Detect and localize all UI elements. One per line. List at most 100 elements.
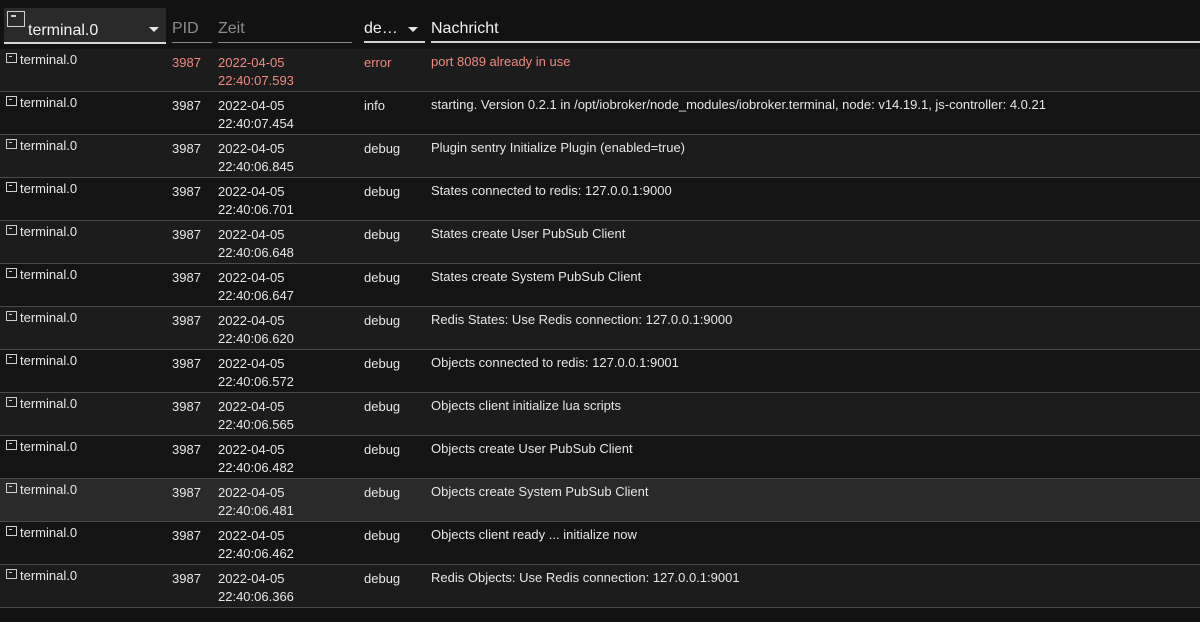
terminal-icon	[6, 397, 17, 407]
terminal-icon	[6, 526, 17, 536]
log-date: 2022-04-05	[218, 356, 285, 371]
log-pid: 3987	[172, 313, 201, 328]
log-row[interactable]: terminal.0 3987 2022-04-05 22:40:06.462 …	[0, 522, 1200, 565]
log-time: 22:40:06.565	[218, 417, 294, 432]
log-pid: 3987	[172, 55, 201, 70]
log-pid: 3987	[172, 399, 201, 414]
log-severity: debug	[364, 356, 401, 371]
log-pid: 3987	[172, 141, 201, 156]
log-source: terminal.0	[20, 439, 78, 454]
terminal-icon	[6, 53, 17, 63]
log-severity: debug	[364, 528, 401, 543]
log-severity: debug	[364, 141, 401, 156]
terminal-icon	[6, 268, 17, 278]
log-time: 22:40:06.572	[218, 374, 294, 389]
log-time: 22:40:06.366	[218, 589, 294, 604]
chevron-down-icon	[149, 27, 159, 32]
log-source: terminal.0	[20, 396, 78, 411]
terminal-icon	[7, 11, 25, 27]
log-date: 2022-04-05	[218, 141, 285, 156]
log-date: 2022-04-05	[218, 485, 285, 500]
log-pid: 3987	[172, 485, 201, 500]
time-label: Zeit	[218, 20, 245, 37]
message-label: Nachricht	[431, 20, 499, 37]
log-severity: debug	[364, 571, 401, 586]
log-pid: 3987	[172, 528, 201, 543]
log-row[interactable]: terminal.0 3987 2022-04-05 22:40:06.366 …	[0, 565, 1200, 608]
log-severity: debug	[364, 313, 401, 328]
log-date: 2022-04-05	[218, 571, 285, 586]
log-row[interactable]: terminal.0 3987 2022-04-05 22:40:06.620 …	[0, 307, 1200, 350]
time-column-header: Zeit	[218, 9, 352, 43]
log-date: 2022-04-05	[218, 528, 285, 543]
log-severity: debug	[364, 270, 401, 285]
log-row[interactable]: terminal.0 3987 2022-04-05 22:40:07.593 …	[0, 49, 1200, 92]
log-row[interactable]: terminal.0 3987 2022-04-05 22:40:07.454 …	[0, 92, 1200, 135]
log-message: States connected to redis: 127.0.0.1:900…	[431, 183, 672, 198]
log-severity: debug	[364, 184, 401, 199]
log-source: terminal.0	[20, 353, 78, 368]
log-row[interactable]: terminal.0 3987 2022-04-05 22:40:06.701 …	[0, 178, 1200, 221]
source-filter-select[interactable]: terminal.0	[4, 8, 166, 44]
log-time: 22:40:06.481	[218, 503, 294, 518]
terminal-icon	[6, 225, 17, 235]
message-filter-input[interactable]: Nachricht	[431, 9, 1200, 43]
log-severity: error	[364, 55, 392, 70]
terminal-icon	[6, 311, 17, 321]
log-time: 22:40:06.647	[218, 288, 294, 303]
log-time: 22:40:07.593	[218, 73, 294, 88]
log-message: port 8089 already in use	[431, 54, 571, 69]
log-time: 22:40:06.620	[218, 331, 294, 346]
severity-filter-select[interactable]: de…	[364, 9, 425, 43]
log-time: 22:40:06.462	[218, 546, 294, 561]
log-time: 22:40:06.845	[218, 159, 294, 174]
log-date: 2022-04-05	[218, 442, 285, 457]
log-row[interactable]: terminal.0 3987 2022-04-05 22:40:06.482 …	[0, 436, 1200, 479]
log-pid: 3987	[172, 227, 201, 242]
log-row[interactable]: terminal.0 3987 2022-04-05 22:40:06.565 …	[0, 393, 1200, 436]
log-date: 2022-04-05	[218, 98, 285, 113]
log-pid: 3987	[172, 98, 201, 113]
log-date: 2022-04-05	[218, 55, 285, 70]
log-date: 2022-04-05	[218, 399, 285, 414]
log-source: terminal.0	[20, 224, 78, 239]
log-message: Objects client initialize lua scripts	[431, 398, 622, 413]
log-pid: 3987	[172, 571, 201, 586]
log-message: starting. Version 0.2.1 in /opt/iobroker…	[431, 97, 1046, 112]
log-message: States create User PubSub Client	[431, 226, 626, 241]
log-message: Objects connected to redis: 127.0.0.1:90…	[431, 355, 679, 370]
terminal-icon	[6, 483, 17, 493]
log-row[interactable]: terminal.0 3987 2022-04-05 22:40:06.648 …	[0, 221, 1200, 264]
log-time: 22:40:06.701	[218, 202, 294, 217]
log-time: 22:40:06.482	[218, 460, 294, 475]
log-message: Plugin sentry Initialize Plugin (enabled…	[431, 140, 686, 155]
log-source: terminal.0	[20, 52, 78, 67]
log-row[interactable]: terminal.0 3987 2022-04-05 22:40:06.647 …	[0, 264, 1200, 307]
log-message: Redis States: Use Redis connection: 127.…	[431, 312, 733, 327]
log-row[interactable]: terminal.0 3987 2022-04-05 22:40:06.845 …	[0, 135, 1200, 178]
terminal-icon	[6, 354, 17, 364]
source-filter-value: terminal.0	[28, 22, 99, 39]
terminal-icon	[6, 569, 17, 579]
pid-column-header: PID	[172, 9, 212, 43]
log-date: 2022-04-05	[218, 270, 285, 285]
log-message: Redis Objects: Use Redis connection: 127…	[431, 570, 740, 585]
log-message: States create System PubSub Client	[431, 269, 642, 284]
log-message: Objects create System PubSub Client	[431, 484, 649, 499]
log-pid: 3987	[172, 442, 201, 457]
chevron-down-icon	[408, 27, 418, 32]
log-severity: debug	[364, 227, 401, 242]
log-date: 2022-04-05	[218, 227, 285, 242]
log-severity: info	[364, 98, 385, 113]
log-source: terminal.0	[20, 482, 78, 497]
log-date: 2022-04-05	[218, 184, 285, 199]
severity-filter-value: de…	[364, 20, 398, 37]
log-date: 2022-04-05	[218, 313, 285, 328]
log-row[interactable]: terminal.0 3987 2022-04-05 22:40:06.572 …	[0, 350, 1200, 393]
terminal-icon	[6, 139, 17, 149]
log-row[interactable]: terminal.0 3987 2022-04-05 22:40:06.481 …	[0, 479, 1200, 522]
log-time: 22:40:07.454	[218, 116, 294, 131]
log-time: 22:40:06.648	[218, 245, 294, 260]
log-source: terminal.0	[20, 138, 78, 153]
log-pid: 3987	[172, 356, 201, 371]
